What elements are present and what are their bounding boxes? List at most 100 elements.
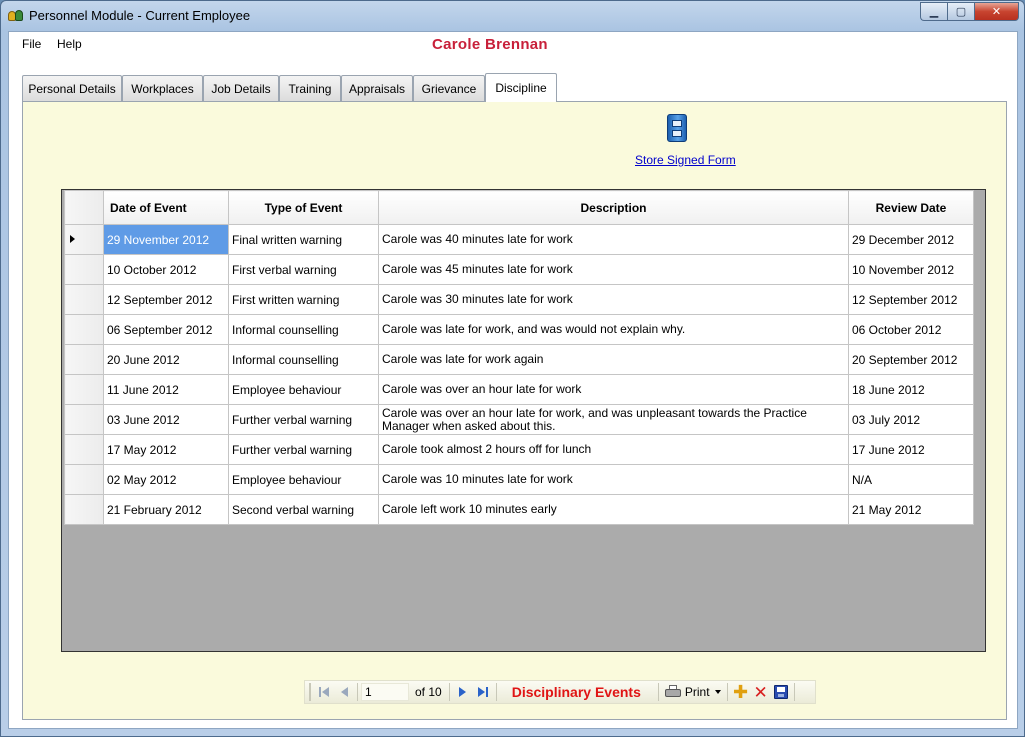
tab-personal-details[interactable]: Personal Details (22, 75, 122, 101)
window-controls: ▁ ▢ ✕ (920, 2, 1019, 22)
cell-type-of-event[interactable]: Further verbal warning (228, 434, 379, 465)
cell-description[interactable]: Carole was 45 minutes late for work (378, 254, 849, 285)
row-header[interactable] (64, 494, 104, 525)
save-record-button[interactable] (771, 682, 791, 702)
row-header[interactable] (64, 434, 104, 465)
table-row[interactable]: 06 September 2012 Informal counselling Car… (64, 314, 974, 345)
cell-date-of-event[interactable]: 17 May 2012 (103, 434, 229, 465)
cell-type-of-event[interactable]: Final written warning (228, 224, 379, 255)
delete-icon: ✕ (753, 682, 768, 702)
table-row[interactable]: 12 September 2012 First written warning Ca… (64, 284, 974, 315)
table-row[interactable]: 29 November 2012 Final written warning Car… (64, 224, 974, 255)
cell-review-date[interactable]: 18 June 2012 (848, 374, 974, 405)
cell-type-of-event[interactable]: Further verbal warning (228, 404, 379, 435)
printer-icon (664, 685, 681, 699)
column-header-description[interactable]: Description (378, 190, 849, 225)
application-window: Personnel Module - Current Employee ▁ ▢ … (0, 0, 1025, 737)
cell-review-date[interactable]: 10 November 2012 (848, 254, 974, 285)
cell-date-of-event[interactable]: 12 September 2012 (103, 284, 229, 315)
discipline-panel: Store Signed Form Date of Event Type of … (22, 101, 1007, 720)
tab-appraisals[interactable]: Appraisals (341, 75, 413, 101)
current-row-pointer-icon (70, 235, 75, 243)
row-header[interactable] (64, 374, 104, 405)
table-row[interactable]: 02 May 2012 Employee behaviour Carole was … (64, 464, 974, 495)
file-cabinet-icon[interactable] (664, 112, 690, 144)
cell-description[interactable]: Carole was 30 minutes late for work (378, 284, 849, 315)
cell-description[interactable]: Carole was late for work again (378, 344, 849, 375)
tab-job-details[interactable]: Job Details (203, 75, 279, 101)
cell-date-of-event[interactable]: 10 October 2012 (103, 254, 229, 285)
table-row[interactable]: 11 June 2012 Employee behaviour Carole was… (64, 374, 974, 405)
cell-review-date[interactable]: N/A (848, 464, 974, 495)
maximize-button[interactable]: ▢ (947, 2, 974, 21)
cell-type-of-event[interactable]: Second verbal warning (228, 494, 379, 525)
events-table: Date of Event Type of Event Description … (64, 190, 974, 525)
previous-record-icon[interactable] (334, 682, 354, 702)
column-header-date[interactable]: Date of Event (103, 190, 229, 225)
print-dropdown-button[interactable]: Print (662, 685, 724, 699)
row-header-corner[interactable] (64, 190, 104, 225)
cell-type-of-event[interactable]: First written warning (228, 284, 379, 315)
row-header[interactable] (64, 254, 104, 285)
delete-record-button[interactable]: ✕ (751, 682, 771, 702)
close-button[interactable]: ✕ (974, 2, 1019, 21)
cell-date-of-event[interactable]: 06 September 2012 (103, 314, 229, 345)
menu-file[interactable]: File (22, 37, 41, 51)
table-row[interactable]: 21 February 2012 Second verbal warning Car… (64, 494, 974, 525)
cell-review-date[interactable]: 20 September 2012 (848, 344, 974, 375)
row-header[interactable] (64, 404, 104, 435)
next-record-icon[interactable] (453, 682, 473, 702)
table-row[interactable]: 20 June 2012 Informal counselling Carole w… (64, 344, 974, 375)
cell-review-date[interactable]: 29 December 2012 (848, 224, 974, 255)
column-header-review-date[interactable]: Review Date (848, 190, 974, 225)
cell-review-date[interactable]: 21 May 2012 (848, 494, 974, 525)
tab-training[interactable]: Training (279, 75, 341, 101)
table-row[interactable]: 17 May 2012 Further verbal warning Carole … (64, 434, 974, 465)
store-signed-form-link[interactable]: Store Signed Form (635, 153, 736, 167)
cell-review-date[interactable]: 03 July 2012 (848, 404, 974, 435)
cell-description[interactable]: Carole was 40 minutes late for work (378, 224, 849, 255)
cell-type-of-event[interactable]: First verbal warning (228, 254, 379, 285)
tab-discipline[interactable]: Discipline (485, 73, 557, 102)
table-row[interactable]: 03 June 2012 Further verbal warning Carole… (64, 404, 974, 435)
row-header[interactable] (64, 344, 104, 375)
chevron-down-icon (714, 690, 721, 694)
cell-description[interactable]: Carole was over an hour late for work, a… (378, 404, 849, 435)
title-bar[interactable]: Personnel Module - Current Employee ▁ ▢ … (1, 1, 1024, 31)
navigator-title: Disciplinary Events (511, 684, 641, 700)
row-header[interactable] (64, 224, 104, 255)
cell-type-of-event[interactable]: Employee behaviour (228, 464, 379, 495)
column-header-type[interactable]: Type of Event (228, 190, 379, 225)
cell-type-of-event[interactable]: Informal counselling (228, 344, 379, 375)
employee-name: Carole Brennan (432, 36, 548, 53)
disciplinary-events-grid[interactable]: Date of Event Type of Event Description … (61, 189, 986, 652)
cell-review-date[interactable]: 12 September 2012 (848, 284, 974, 315)
cell-date-of-event[interactable]: 29 November 2012 (103, 224, 229, 255)
row-header[interactable] (64, 284, 104, 315)
cell-date-of-event[interactable]: 02 May 2012 (103, 464, 229, 495)
cell-description[interactable]: Carole was over an hour late for work (378, 374, 849, 405)
cell-description[interactable]: Carole was late for work, and was would … (378, 314, 849, 345)
add-record-button[interactable]: ✚ (731, 682, 751, 702)
tab-grievance[interactable]: Grievance (413, 75, 485, 101)
minimize-button[interactable]: ▁ (920, 2, 947, 21)
cell-description[interactable]: Carole left work 10 minutes early (378, 494, 849, 525)
cell-description[interactable]: Carole was 10 minutes late for work (378, 464, 849, 495)
cell-type-of-event[interactable]: Informal counselling (228, 314, 379, 345)
cell-date-of-event[interactable]: 20 June 2012 (103, 344, 229, 375)
cell-review-date[interactable]: 06 October 2012 (848, 314, 974, 345)
cell-date-of-event[interactable]: 21 February 2012 (103, 494, 229, 525)
cell-date-of-event[interactable]: 03 June 2012 (103, 404, 229, 435)
table-row[interactable]: 10 October 2012 First verbal warning Carol… (64, 254, 974, 285)
cell-description[interactable]: Carole took almost 2 hours off for lunch (378, 434, 849, 465)
tab-workplaces[interactable]: Workplaces (122, 75, 203, 101)
cell-date-of-event[interactable]: 11 June 2012 (103, 374, 229, 405)
row-header[interactable] (64, 464, 104, 495)
cell-type-of-event[interactable]: Employee behaviour (228, 374, 379, 405)
cell-review-date[interactable]: 17 June 2012 (848, 434, 974, 465)
last-record-icon[interactable] (473, 682, 493, 702)
row-header[interactable] (64, 314, 104, 345)
first-record-icon[interactable] (314, 682, 334, 702)
menu-help[interactable]: Help (57, 37, 82, 51)
record-position-input[interactable] (361, 683, 409, 701)
